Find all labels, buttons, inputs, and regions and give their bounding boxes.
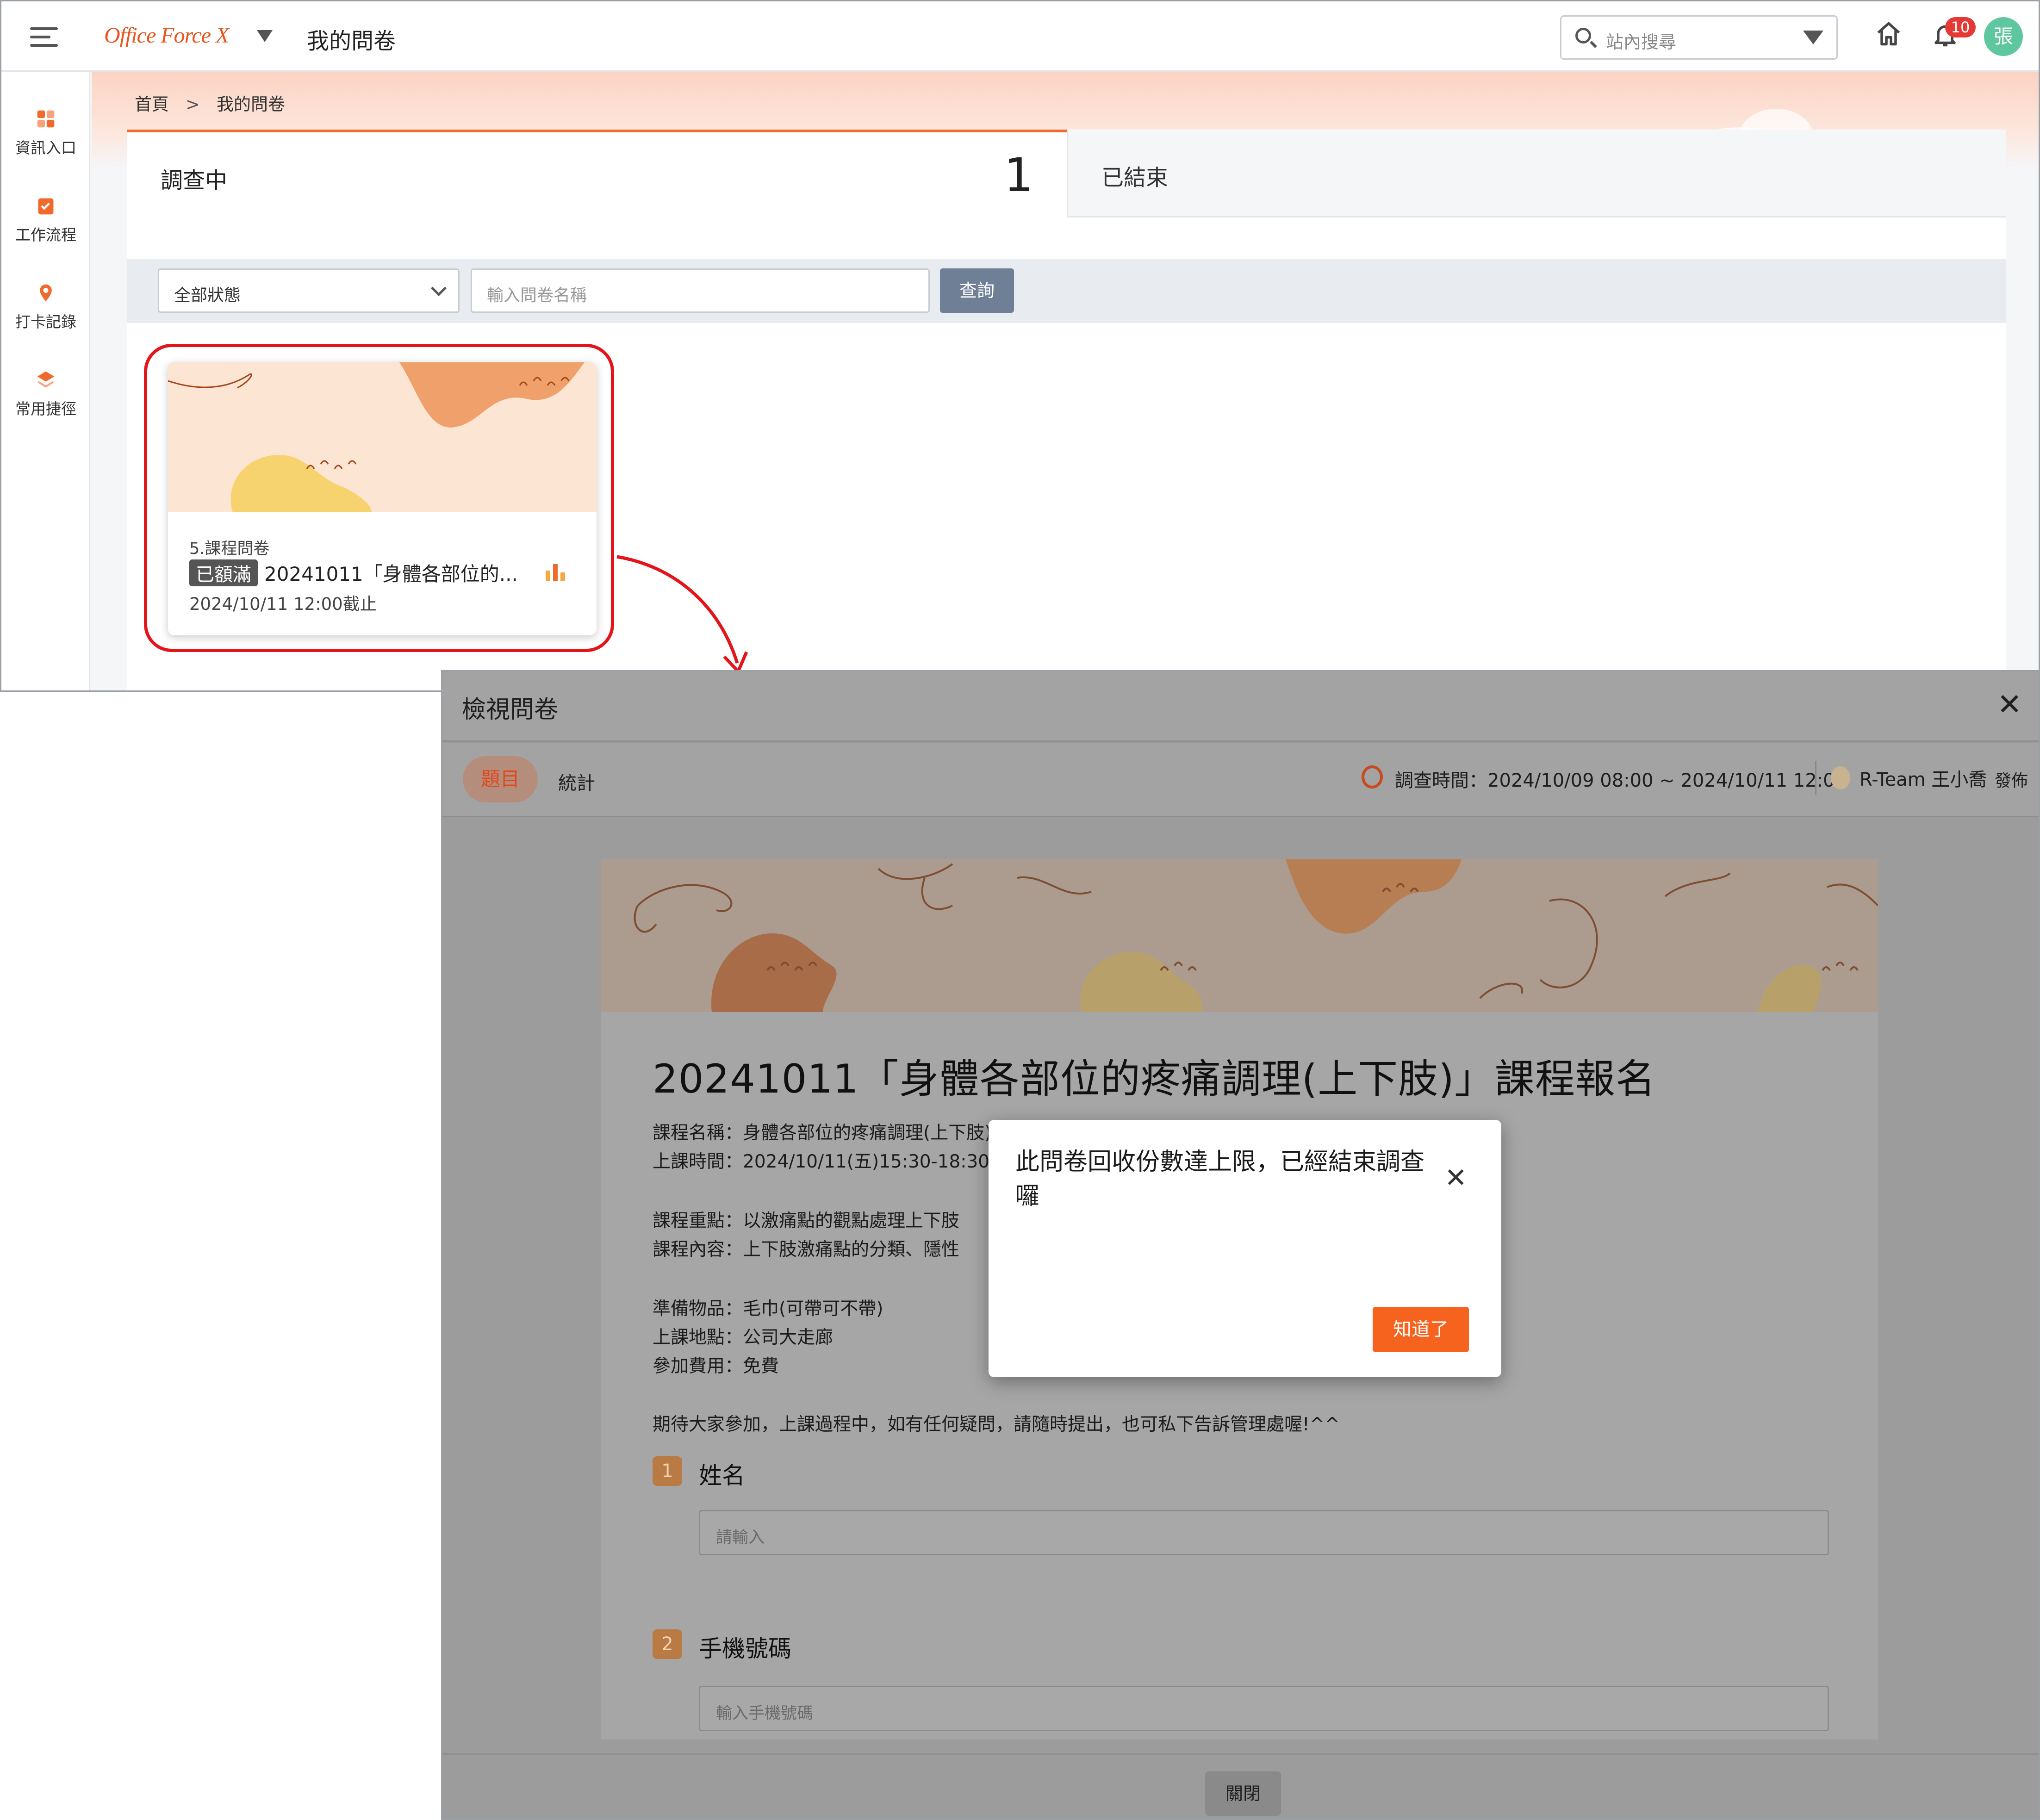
layers-icon bbox=[37, 371, 55, 388]
author-name: R-Team 王小喬 bbox=[1860, 769, 1987, 790]
sidebar-item-label: 打卡記錄 bbox=[15, 313, 76, 331]
card-artwork bbox=[168, 362, 597, 512]
question-label: 姓名 bbox=[699, 1462, 745, 1489]
survey-description-line: 上課地點：公司大走廊 bbox=[653, 1327, 833, 1348]
sidebar-item-portal[interactable]: 資訊入口 bbox=[1, 109, 90, 158]
menu-icon[interactable] bbox=[30, 27, 58, 48]
survey-period: 調查時間：2024/10/09 08:00 ~ 2024/10/11 12:00 bbox=[1395, 770, 1847, 791]
survey-deadline: 2024/10/11 12:00截止 bbox=[189, 594, 377, 614]
callout-arrow bbox=[616, 555, 748, 673]
tab-statistics[interactable]: 統計 bbox=[558, 768, 595, 795]
survey-title: 20241011「身體各部位的疼痛調理(上下肢)」課程報名 bbox=[653, 1056, 1656, 1102]
status-select[interactable]: 全部狀態 bbox=[158, 268, 460, 313]
sidebar-item-label: 常用捷徑 bbox=[15, 400, 76, 418]
search-icon bbox=[1575, 28, 1591, 43]
survey-title: 20241011「身體各部位的... bbox=[264, 563, 518, 585]
survey-name-placeholder: 輸入問卷名稱 bbox=[487, 286, 587, 305]
status-select-value: 全部狀態 bbox=[174, 286, 241, 305]
breadcrumb-current: 我的問卷 bbox=[217, 94, 286, 114]
status-badge: 已額滿 bbox=[189, 559, 258, 586]
name-input-placeholder: 請輸入 bbox=[716, 1528, 765, 1547]
timer-icon bbox=[1362, 765, 1383, 789]
dialog-message: 此問卷回收份數達上限，已經結束調查囉 bbox=[1015, 1148, 1425, 1210]
breadcrumb: 首頁 > 我的問卷 bbox=[135, 90, 285, 115]
filter-bar: 全部狀態 輸入問卷名稱 查詢 bbox=[127, 259, 2006, 323]
modal-title: 檢視問卷 bbox=[462, 696, 559, 724]
tab-ended[interactable]: 已結束 bbox=[1067, 130, 2006, 217]
toolbar-divider bbox=[1815, 761, 1816, 795]
chevron-down-icon bbox=[431, 280, 447, 296]
grid-icon bbox=[37, 110, 55, 128]
survey-description-line: 課程內容：上下肢激痛點的分類、隱性 bbox=[653, 1239, 960, 1260]
acknowledge-button[interactable]: 知道了 bbox=[1373, 1307, 1469, 1352]
notification-badge: 10 bbox=[1945, 17, 1976, 37]
survey-description-line: 期待大家參加，上課過程中，如有任何疑問，請隨時提出，也可私下告訴管理處喔!^^ bbox=[653, 1414, 1340, 1435]
publish-label: 發佈 bbox=[1995, 771, 2028, 790]
side-navigation: 資訊入口 工作流程 打卡記錄 常用捷徑 bbox=[1, 72, 90, 690]
top-bar: Office Force X 我的問卷 站內搜尋 10 張 bbox=[1, 1, 2039, 72]
phone-input[interactable]: 輸入手機號碼 bbox=[699, 1686, 1829, 1731]
home-icon[interactable] bbox=[1875, 20, 1903, 48]
app-logo[interactable]: Office Force X bbox=[104, 23, 229, 48]
app-window: Office Force X 我的問卷 站內搜尋 10 張 資訊入口 工作流程 … bbox=[0, 0, 2040, 692]
sidebar-item-shortcuts[interactable]: 常用捷徑 bbox=[1, 370, 90, 419]
close-icon[interactable]: ✕ bbox=[1997, 690, 2022, 720]
user-avatar[interactable]: 張 bbox=[1984, 17, 2023, 56]
survey-description-line: 參加費用：免費 bbox=[653, 1356, 779, 1377]
bar-chart-icon[interactable] bbox=[545, 562, 568, 581]
survey-description-line: 準備物品：毛巾(可帶可不帶) bbox=[653, 1298, 883, 1319]
app-switcher-chevron-icon[interactable] bbox=[257, 30, 273, 42]
survey-name-input[interactable]: 輸入問卷名稱 bbox=[471, 268, 930, 313]
survey-description-line: 上課時間：2024/10/11(五)15:30-18:30 bbox=[653, 1151, 990, 1172]
sidebar-item-clock-in[interactable]: 打卡記錄 bbox=[1, 283, 90, 332]
site-search-input[interactable]: 站內搜尋 bbox=[1560, 15, 1838, 60]
question-number: 2 bbox=[653, 1629, 682, 1659]
survey-title-line: 已額滿 20241011「身體各部位的... bbox=[189, 559, 518, 587]
sidebar-item-label: 工作流程 bbox=[15, 226, 76, 244]
modal-header: 檢視問卷 ✕ bbox=[442, 671, 2039, 742]
survey-card[interactable]: 5.課程問卷 已額滿 20241011「身體各部位的... 2024/10/11 … bbox=[168, 362, 597, 635]
modal-footer: 關閉 bbox=[442, 1753, 2039, 1819]
phone-input-placeholder: 輸入手機號碼 bbox=[716, 1704, 814, 1723]
tab-count: 1 bbox=[1004, 148, 1033, 202]
tab-questions[interactable]: 題目 bbox=[463, 756, 538, 802]
author-avatar-icon bbox=[1831, 766, 1850, 789]
name-input[interactable]: 請輸入 bbox=[699, 1510, 1829, 1555]
clipboard-check-icon bbox=[38, 198, 54, 215]
sidebar-item-workflow[interactable]: 工作流程 bbox=[1, 196, 90, 245]
sidebar-item-label: 資訊入口 bbox=[15, 139, 76, 157]
tab-in-progress[interactable]: 調查中 1 bbox=[127, 130, 1067, 217]
page-title: 我的問卷 bbox=[307, 28, 396, 54]
close-button[interactable]: 關閉 bbox=[1205, 1771, 1281, 1816]
tab-label: 調查中 bbox=[161, 168, 228, 193]
survey-category: 5.課程問卷 bbox=[189, 540, 270, 558]
modal-toolbar: 題目 統計 調查時間：2024/10/09 08:00 ~ 2024/10/11… bbox=[442, 743, 2039, 817]
breadcrumb-home[interactable]: 首頁 bbox=[135, 94, 169, 114]
tab-label: 已結束 bbox=[1101, 165, 1169, 191]
quota-reached-dialog: 此問卷回收份數達上限，已經結束調查囉 ✕ 知道了 bbox=[989, 1120, 1501, 1377]
close-icon[interactable]: ✕ bbox=[1444, 1164, 1467, 1191]
query-button[interactable]: 查詢 bbox=[940, 268, 1014, 313]
survey-banner-artwork bbox=[601, 859, 1878, 1012]
filter-icon[interactable] bbox=[1803, 31, 1823, 44]
question-label: 手機號碼 bbox=[699, 1635, 791, 1662]
question-number: 1 bbox=[653, 1456, 682, 1486]
location-pin-icon bbox=[40, 284, 52, 302]
search-placeholder: 站內搜尋 bbox=[1606, 32, 1677, 52]
survey-description-line: 課程重點：以激痛點的觀點處理上下肢 bbox=[653, 1211, 960, 1231]
breadcrumb-separator: > bbox=[186, 94, 200, 114]
